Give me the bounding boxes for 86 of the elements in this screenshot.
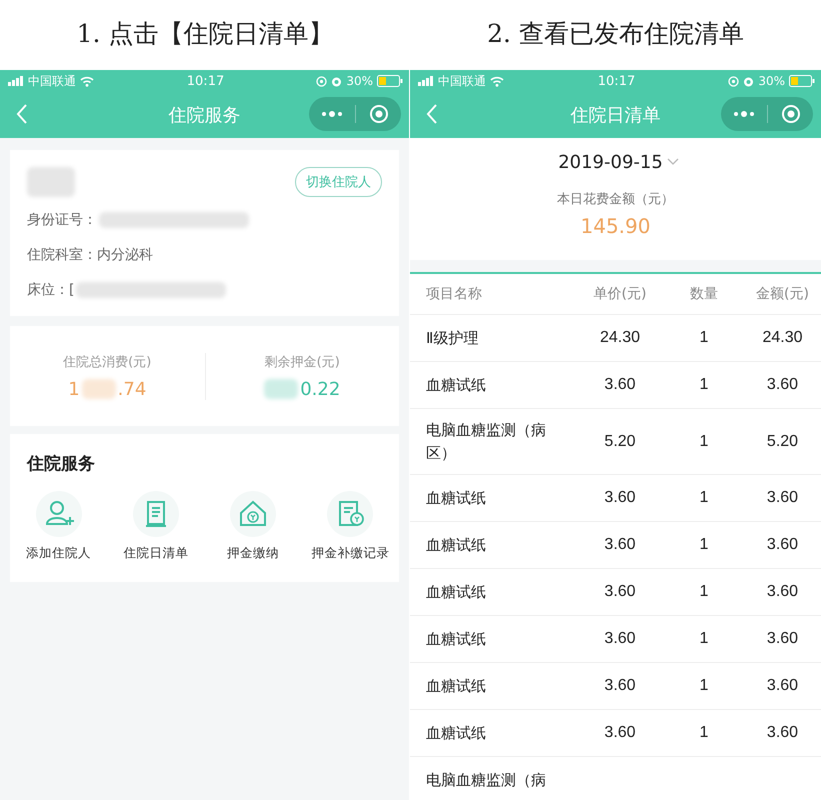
clock-time: 10:17 — [598, 74, 636, 88]
table-cell-text: 血糖试纸 — [426, 676, 487, 697]
battery-icon — [377, 75, 403, 87]
table-cell-text: 3.60 — [766, 583, 800, 601]
table-cell-text: 1 — [698, 724, 710, 742]
table-cell-text: 血糖试纸 — [426, 534, 487, 556]
column-header: 单价(元) — [592, 285, 648, 303]
amount-text: 1 — [68, 378, 80, 400]
page-title: 住院服务 — [168, 104, 240, 127]
table-cell-text: 1 — [698, 583, 710, 601]
table-cell-text: 1 — [698, 432, 710, 450]
carrier-name: 中国联通 — [28, 72, 76, 90]
table-cell-text: 24.30 — [761, 329, 804, 347]
table-cell-text: 电脑血糖监测（病 — [426, 770, 547, 791]
service-label[interactable]: 押金缴纳 — [227, 545, 280, 562]
caption: 2. 查看已发布住院清单 — [487, 18, 744, 50]
table-cell-text: 24.30 — [598, 329, 642, 347]
table-cell-text: 3.60 — [603, 724, 637, 742]
house-yen-icon[interactable] — [230, 491, 276, 537]
table-cell-text: 3.60 — [603, 536, 637, 554]
redacted-amount — [264, 379, 298, 399]
table-cell-text: 3.60 — [766, 536, 800, 554]
table-cell-text: 血糖试纸 — [426, 582, 487, 603]
page-title: 住院日清单 — [570, 104, 660, 127]
table-cell-text: 3.60 — [603, 677, 637, 695]
table-cell-text: 3.60 — [766, 630, 800, 648]
date-selector[interactable]: 2019-09-15 — [558, 152, 663, 172]
document-yen-icon[interactable] — [327, 491, 374, 537]
wifi-icon — [80, 76, 94, 86]
table-cell-text: 3.60 — [603, 489, 637, 507]
caption: 1. 点击【住院日清单】 — [76, 18, 334, 50]
stat-label: 住院总消费(元) — [63, 354, 152, 370]
table-cell-text: 1 — [698, 677, 710, 695]
table-cell-text: 3.60 — [603, 376, 637, 394]
table-cell-text: 1 — [698, 489, 710, 507]
column-header: 项目名称 — [426, 284, 483, 304]
amount-text: 0.22 — [300, 378, 340, 400]
field-value: 内分泌科 — [97, 246, 153, 264]
chevron-down-icon[interactable] — [666, 158, 679, 166]
wifi-icon — [490, 76, 504, 86]
add-person-icon[interactable] — [36, 491, 82, 537]
carrier-name: 中国联通 — [438, 72, 486, 90]
table-cell-text: 3.60 — [766, 489, 800, 507]
amount-text: .74 — [118, 378, 146, 400]
more-icon[interactable] — [733, 110, 756, 118]
stat-label: 剩余押金(元) — [264, 354, 340, 370]
table-cell-text: 1 — [698, 630, 710, 648]
redacted-amount — [82, 379, 116, 399]
signal-icon — [418, 76, 434, 86]
table-cell-text: 电脑血糖监测（病区） — [426, 420, 547, 464]
column-header: 数量 — [689, 285, 719, 303]
back-icon[interactable] — [16, 104, 28, 124]
more-icon[interactable] — [321, 110, 344, 118]
field-label: 身份证号： — [27, 210, 97, 228]
summary-label: 本日花费金额（元） — [557, 191, 674, 208]
table-cell-text: 血糖试纸 — [426, 488, 487, 509]
field-label: 床位： — [27, 280, 69, 298]
battery-icon — [789, 75, 815, 87]
service-label[interactable]: 添加住院人 — [26, 545, 92, 562]
table-cell-text: 1 — [698, 536, 710, 554]
service-label[interactable]: 住院日清单 — [123, 545, 188, 562]
table-cell-text: 血糖试纸 — [426, 374, 487, 396]
summary-amount: 145.90 — [580, 214, 650, 238]
back-icon[interactable] — [426, 104, 438, 124]
table-cell-text: 3.60 — [603, 583, 637, 601]
table-cell-text: 3.60 — [766, 724, 800, 742]
table-cell-text: 5.20 — [766, 432, 800, 450]
table-cell-text: 3.60 — [603, 630, 637, 648]
table-cell-text: Ⅱ级护理 — [426, 328, 480, 349]
table-cell-text: 3.60 — [766, 376, 800, 394]
clock-time: 10:17 — [186, 74, 224, 88]
column-header: 金额(元) — [755, 285, 810, 303]
service-label[interactable]: 押金补缴记录 — [311, 545, 390, 562]
battery-percent: 30% — [346, 74, 373, 88]
table-cell-text: 血糖试纸 — [426, 722, 487, 744]
signal-icon — [8, 76, 24, 86]
scroll-document-icon[interactable] — [132, 491, 179, 537]
battery-percent: 30% — [758, 74, 785, 88]
table-cell-text: 5.20 — [603, 432, 637, 450]
table-cell-text: 1 — [698, 329, 710, 347]
table-cell-text: 血糖试纸 — [426, 628, 487, 650]
table-cell-text: 1 — [698, 376, 710, 394]
field-label: 住院科室： — [27, 246, 97, 264]
field-value: [ — [69, 282, 74, 298]
section-title: 住院服务 — [27, 453, 96, 475]
table-cell-text: 3.60 — [766, 677, 800, 695]
